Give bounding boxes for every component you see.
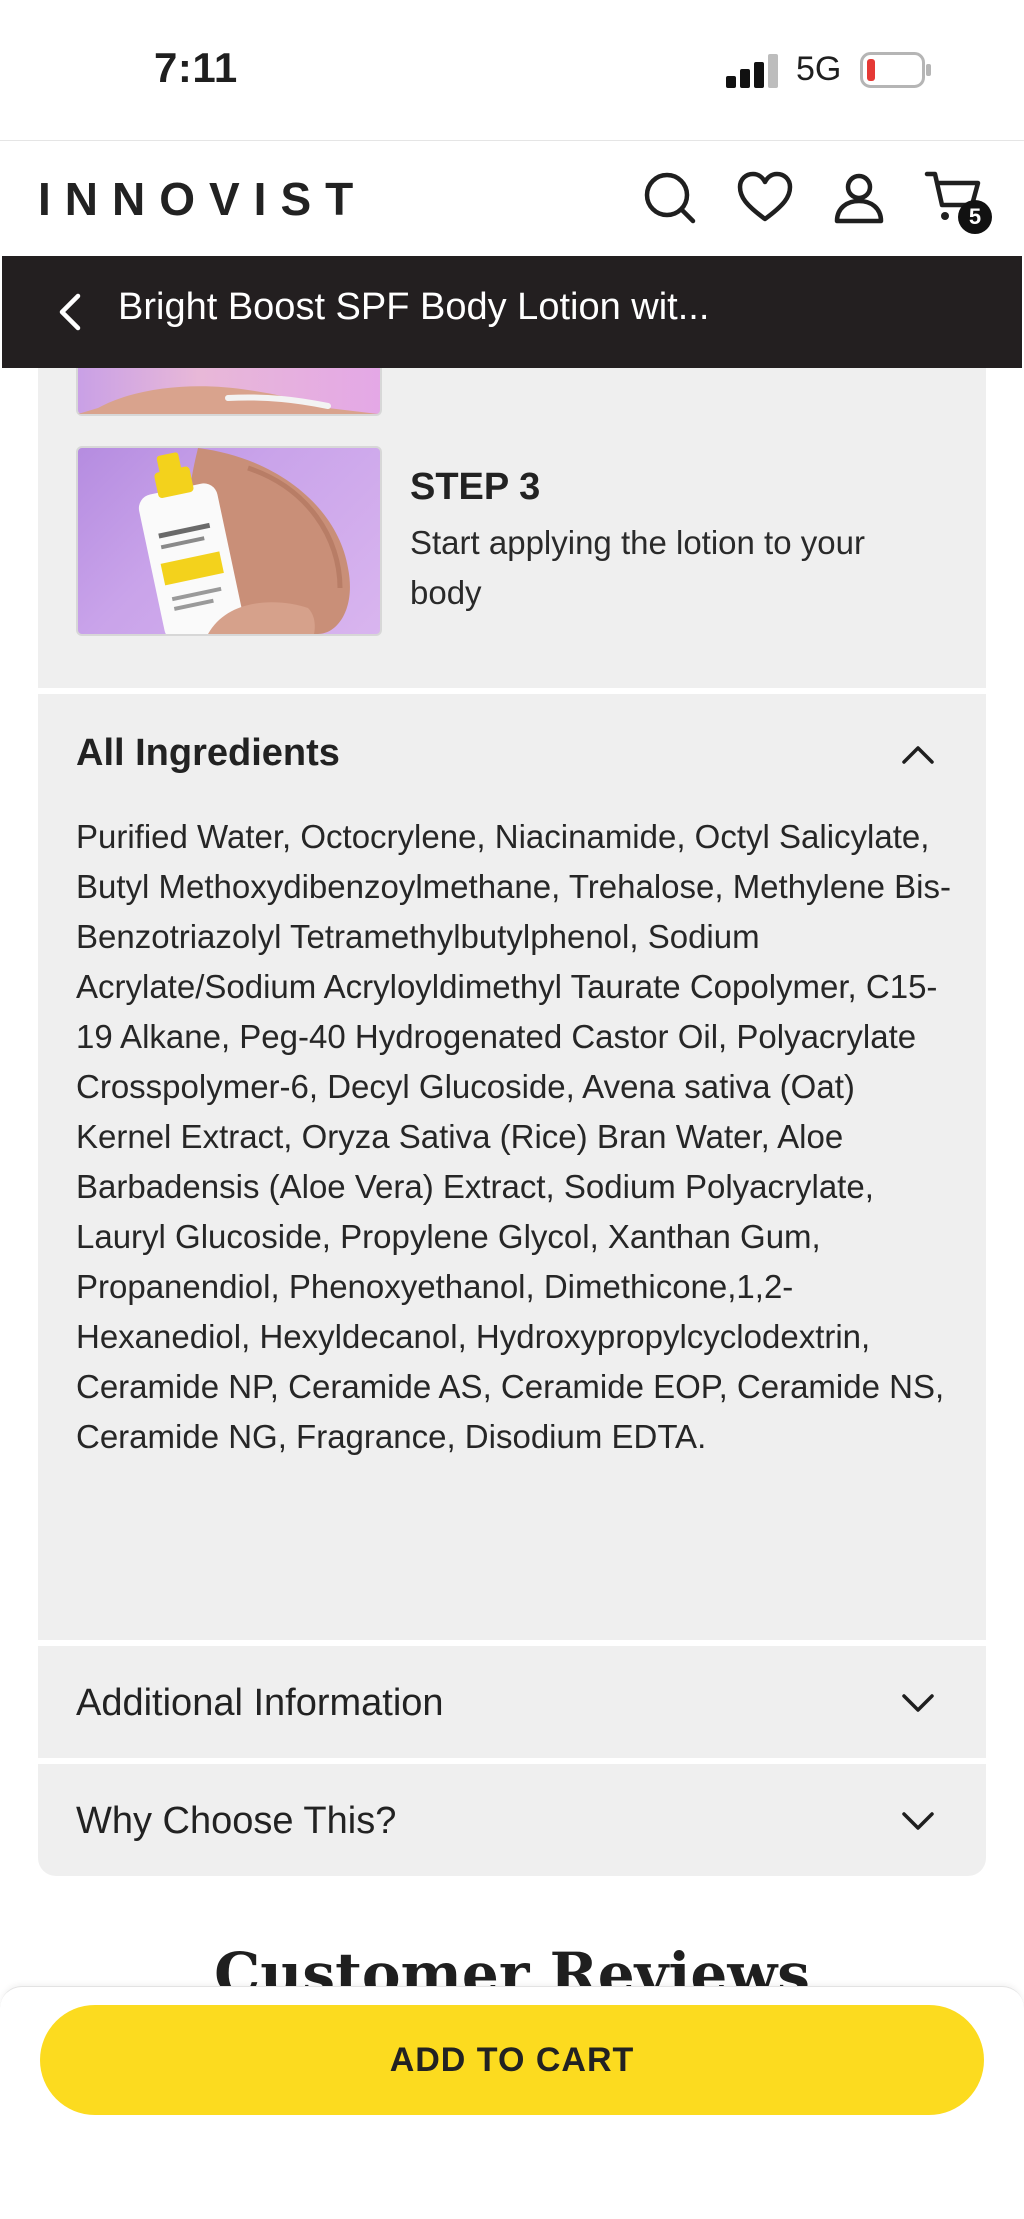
- step-2-image: [76, 368, 382, 416]
- status-bar: 7:11 5G: [0, 0, 1024, 140]
- section-divider: [38, 1758, 986, 1764]
- section-divider: [38, 688, 986, 694]
- status-time: 7:11: [154, 44, 238, 91]
- product-details-panel: STEP 3 Start applying the lotion to your…: [38, 368, 986, 1876]
- product-title-bar: Bright Boost SPF Body Lotion wit...: [2, 256, 1022, 368]
- why-choose-accordion-header[interactable]: Why Choose This?: [76, 1800, 396, 1843]
- chevron-down-icon[interactable]: [900, 1810, 936, 1834]
- chevron-up-icon[interactable]: [900, 742, 936, 766]
- account-user-icon[interactable]: [830, 168, 888, 226]
- bottom-safe-area: [0, 2136, 1024, 2219]
- wishlist-heart-icon[interactable]: [736, 168, 794, 226]
- chevron-down-icon[interactable]: [900, 1692, 936, 1716]
- brand-logo[interactable]: INNOVIST: [38, 172, 367, 226]
- back-arrow-icon[interactable]: [54, 290, 84, 334]
- add-to-cart-button[interactable]: ADD TO CART: [40, 2005, 984, 2115]
- step-3-image: [76, 446, 382, 636]
- step-description: Start applying the lotion to your body: [410, 524, 865, 611]
- section-divider: [38, 1640, 986, 1646]
- customer-reviews-heading: Customer Reviews: [214, 1940, 810, 1988]
- ingredients-list: Purified Water, Octocrylene, Niacinamide…: [76, 818, 951, 1455]
- product-title: Bright Boost SPF Body Lotion wit...: [118, 286, 710, 328]
- additional-info-accordion-header[interactable]: Additional Information: [76, 1682, 444, 1725]
- ingredients-accordion-header[interactable]: All Ingredients: [76, 732, 340, 775]
- step-label: STEP 3: [410, 466, 541, 508]
- cellular-signal-icon: [726, 54, 778, 88]
- search-icon[interactable]: [640, 168, 698, 226]
- network-type: 5G: [796, 50, 842, 88]
- battery-icon: [860, 52, 931, 88]
- sticky-cart-bar: ADD TO CART: [0, 1986, 1024, 2137]
- cart-count-badge: 5: [958, 200, 992, 234]
